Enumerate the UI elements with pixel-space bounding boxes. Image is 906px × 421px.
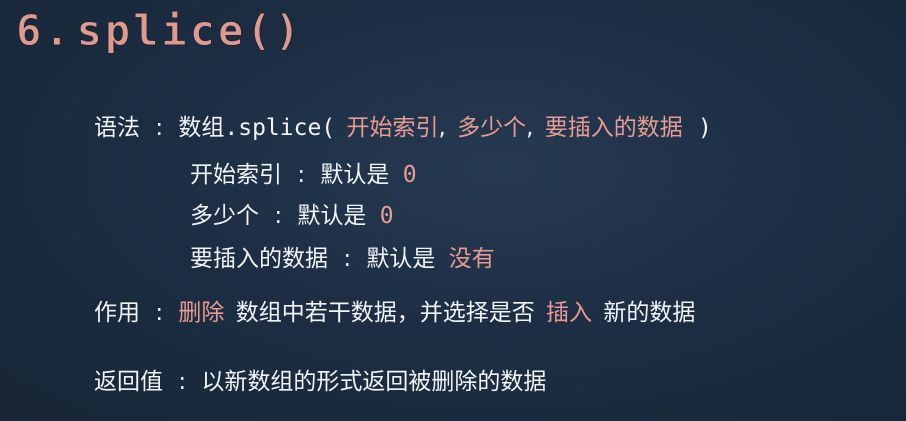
title-method-name: splice() [76, 6, 303, 56]
returns-line: 返回值 : 以新数组的形式返回被删除的数据 [94, 367, 546, 397]
param-line-insert-data: 要插入的数据 : 默认是 没有 [190, 244, 495, 274]
syntax-prefix: 数组.splice( [178, 115, 336, 141]
returns-label: 返回值 [94, 369, 163, 395]
param-text: 默认是 [297, 203, 367, 229]
param-text: 默认是 [320, 162, 390, 188]
syntax-line: 语法 : 数组.splice( 开始索引, 多少个, 要插入的数据 ) [94, 113, 712, 143]
syntax-label: 语法 [94, 115, 140, 141]
param-line-start-index: 开始索引 : 默认是 0 [190, 160, 417, 190]
syntax-suffix: ) [698, 115, 712, 141]
effect-highlight-insert: 插入 [546, 300, 592, 326]
param-name: 要插入的数据 [190, 246, 328, 272]
param-default-value: 0 [402, 162, 417, 188]
effect-text-2: 新的数据 [603, 300, 696, 326]
title-number: 6. [16, 6, 73, 56]
returns-colon: : [178, 369, 187, 395]
param-default-value: 没有 [448, 246, 495, 272]
syntax-param-insert-data: 要插入的数据 [544, 115, 683, 141]
effect-colon: : [155, 300, 164, 326]
returns-text: 以新数组的形式返回被删除的数据 [201, 369, 547, 395]
syntax-comma-1: , [438, 115, 446, 141]
syntax-param-start-index: 开始索引 [346, 115, 439, 141]
effect-text-1: 数组中若干数据，并选择是否 [235, 300, 535, 326]
effect-line: 作用 : 删除 数组中若干数据，并选择是否 插入 新的数据 [94, 298, 695, 328]
param-text: 默认是 [366, 246, 436, 272]
param-name: 多少个 [190, 203, 259, 229]
param-colon: : [297, 162, 306, 188]
effect-highlight-delete: 删除 [178, 300, 225, 326]
param-line-count: 多少个 : 默认是 0 [190, 201, 394, 231]
slide-title: 6.splice() [16, 6, 303, 56]
effect-label: 作用 [94, 300, 140, 326]
param-default-value: 0 [379, 203, 394, 229]
syntax-param-count: 多少个 [457, 115, 527, 141]
syntax-comma-2: , [526, 115, 534, 141]
param-colon: : [343, 246, 352, 272]
param-colon: : [274, 203, 283, 229]
param-name: 开始索引 [190, 162, 282, 188]
syntax-colon: : [155, 115, 164, 141]
